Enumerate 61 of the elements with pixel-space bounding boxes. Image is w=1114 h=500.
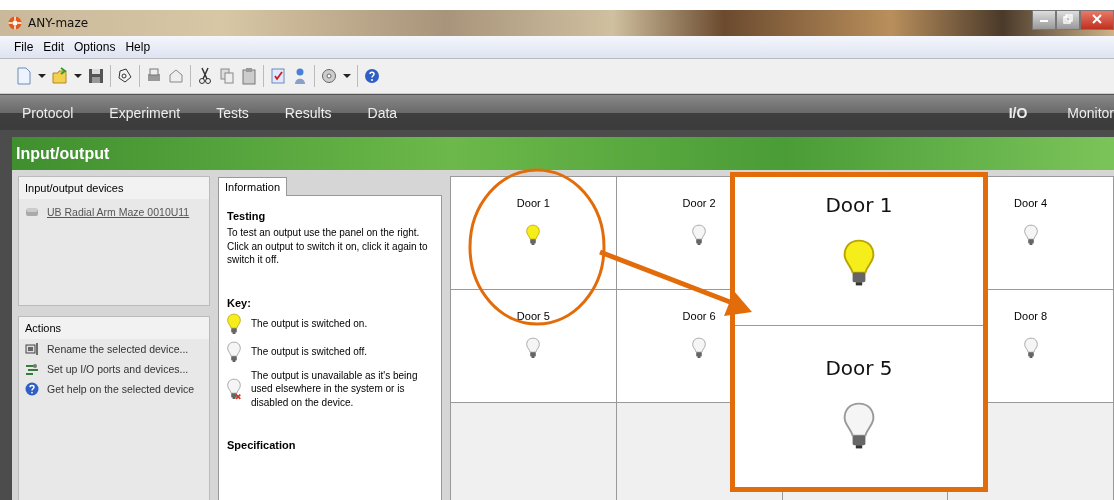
disc-icon[interactable]: [321, 67, 337, 85]
device-icon: [25, 205, 39, 219]
restore-button[interactable]: [1056, 10, 1080, 30]
key-text: The output is unavailable as it's being used elsewhere in the system or is disabled on the device.: [251, 368, 419, 409]
panel-title: Input/output devices: [19, 177, 209, 199]
device-item[interactable]: UB Radial Arm Maze 0010U11: [19, 199, 209, 225]
restore-icon: [1063, 14, 1073, 24]
person-icon[interactable]: [292, 67, 308, 85]
section-title: Key:: [227, 296, 252, 309]
tag-icon[interactable]: [117, 67, 133, 85]
nav-tab[interactable]: Results: [284, 104, 332, 121]
key-text: The output is switched off.: [251, 344, 367, 359]
output-label: Door 5: [825, 355, 893, 380]
help-icon: [25, 382, 39, 396]
action-link[interactable]: Get help on the selected device: [19, 379, 209, 399]
caret-icon[interactable]: [74, 73, 82, 79]
network-icon: [25, 362, 39, 376]
output-cell[interactable]: Door 1: [451, 177, 617, 290]
information-tab[interactable]: Information: [218, 177, 288, 196]
output-label: Door 5: [516, 310, 550, 322]
output-label: Door 4: [1014, 197, 1048, 209]
app-logo-icon: [8, 16, 22, 30]
output-label: Door 2: [682, 197, 716, 209]
window-title: ANY-maze: [28, 16, 89, 30]
menu-item[interactable]: Edit: [43, 40, 65, 54]
nav-tab[interactable]: I/O: [1008, 104, 1028, 121]
key-text: The output is switched on.: [251, 316, 368, 331]
output-label: Door 1: [825, 193, 893, 217]
menu-item[interactable]: Help: [125, 40, 151, 54]
nav-tab[interactable]: Experiment: [109, 104, 181, 121]
cut-icon[interactable]: [197, 67, 213, 85]
section-title: Specification: [227, 439, 297, 451]
caret-icon[interactable]: [343, 73, 351, 79]
save-icon[interactable]: [88, 67, 104, 85]
paste-icon[interactable]: [241, 67, 257, 85]
action-link[interactable]: Rename the selected device...: [19, 339, 209, 359]
nav-tab[interactable]: Protocol: [22, 104, 74, 121]
menu-item[interactable]: File: [14, 40, 34, 54]
output-cell[interactable]: Door 5: [451, 290, 617, 403]
output-label: Door 6: [682, 310, 716, 322]
panel-title: Actions: [19, 317, 209, 339]
folder-icon[interactable]: [52, 67, 68, 85]
copy-icon[interactable]: [219, 67, 235, 85]
nav-tab[interactable]: Monitor: [1067, 104, 1114, 121]
rename-icon: [25, 342, 39, 356]
output-label: Door 8: [1014, 310, 1048, 322]
new-document-icon[interactable]: [16, 67, 32, 85]
close-icon: [1092, 14, 1102, 24]
caret-icon[interactable]: [38, 73, 46, 79]
close-button[interactable]: [1080, 10, 1114, 30]
section-title: Testing: [227, 210, 267, 222]
nav-tab[interactable]: Data: [367, 104, 398, 121]
action-link[interactable]: Set up I/O ports and devices...: [19, 359, 209, 379]
menu-item[interactable]: Options: [74, 40, 116, 54]
minimize-button[interactable]: [1032, 10, 1056, 30]
checklist-icon[interactable]: [270, 67, 286, 85]
page-header: Input/output: [12, 137, 1114, 170]
testing-text: To test an output use the panel on the right. Click an output to switch it on, click it again to switch it off.: [227, 226, 429, 267]
help-icon[interactable]: [364, 67, 380, 85]
nav-tab[interactable]: Tests: [216, 104, 249, 121]
output-label: Door 1: [516, 197, 550, 209]
